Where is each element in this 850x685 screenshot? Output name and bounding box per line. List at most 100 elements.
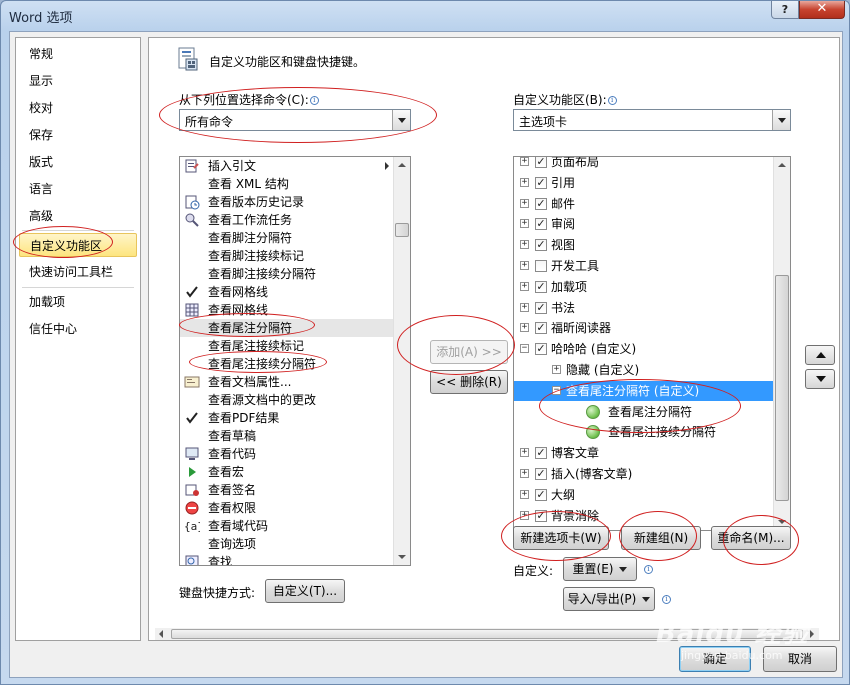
move-up-button[interactable] <box>805 345 835 365</box>
customize-ribbon-combo[interactable]: 主选项卡 <box>513 109 791 131</box>
nav-item-language[interactable]: 语言 <box>19 177 137 201</box>
collapse-icon[interactable]: − <box>520 344 529 354</box>
ribbon-tree-item[interactable]: + ✓ 视图 <box>514 235 776 255</box>
ribbon-tree[interactable]: + ✓ 页面布局 + ✓ 引用 + ✓ 邮件 + ✓ 审阅 + ✓ 视图 + 开发工具 + ✓ 加载项 + ✓ 书法 + ✓ 福昕… <box>513 156 791 531</box>
command-item[interactable]: 查看尾注接续分隔符 <box>180 355 395 373</box>
move-down-button[interactable] <box>805 369 835 389</box>
checkbox[interactable]: ✓ <box>535 468 547 480</box>
command-item[interactable]: 查看代码 <box>180 445 395 463</box>
scroll-down-icon[interactable] <box>394 549 410 565</box>
ribbon-tree-item[interactable]: + ✓ 书法 <box>514 298 776 318</box>
ribbon-tree-item[interactable]: + ✓ 引用 <box>514 173 776 193</box>
help-button[interactable]: ? <box>771 1 799 19</box>
expand-icon[interactable]: + <box>520 157 529 166</box>
command-item[interactable]: 插入引文 <box>180 157 395 175</box>
checkbox[interactable]: ✓ <box>535 488 547 501</box>
nav-item-general[interactable]: 常规 <box>19 42 137 66</box>
expand-icon[interactable]: + <box>520 281 529 291</box>
command-item[interactable]: {a} 查看域代码 <box>180 517 395 535</box>
expand-icon[interactable]: + <box>520 219 529 229</box>
ribbon-tree-item[interactable]: + ✓ 审阅 <box>514 214 776 234</box>
import-export-button[interactable]: 导入/导出(P) <box>563 587 655 611</box>
scrollbar-thumb[interactable] <box>775 275 789 501</box>
checkbox[interactable]: ✓ <box>535 447 547 460</box>
ribbon-tree-item[interactable]: − 查看尾注分隔符 (自定义) <box>514 380 776 401</box>
checkbox[interactable]: ✓ <box>535 239 547 252</box>
expand-icon[interactable]: + <box>520 323 529 333</box>
nav-item-save[interactable]: 保存 <box>19 123 137 147</box>
nav-item-typography[interactable]: 版式 <box>19 150 137 174</box>
checkbox[interactable]: ✓ <box>535 509 547 522</box>
commands-list[interactable]: 插入引文 查看 XML 结构 查看版本历史记录 查看工作流任务 查看脚注分隔符 查看脚注接… <box>179 156 411 566</box>
scroll-left-icon[interactable] <box>155 628 169 640</box>
customize-keyboard-button[interactable]: 自定义(T)... <box>265 579 345 603</box>
nav-item-advanced[interactable]: 高级 <box>19 204 137 228</box>
expand-icon[interactable]: + <box>520 177 529 187</box>
expand-icon[interactable]: + <box>520 510 529 520</box>
reset-button[interactable]: 重置(E) <box>563 557 637 581</box>
chevron-down-icon[interactable] <box>392 110 410 130</box>
command-item[interactable]: 查看源文档中的更改 <box>180 391 395 409</box>
remove-button[interactable]: << 删除(R) <box>430 370 508 394</box>
ribbon-tree-item[interactable]: + ✓ 背景消除 <box>514 506 776 526</box>
new-group-button[interactable]: 新建组(N) <box>621 526 701 550</box>
checkbox[interactable]: ✓ <box>535 197 547 210</box>
scroll-up-icon[interactable] <box>394 157 410 173</box>
close-button[interactable]: ✕ <box>799 1 845 19</box>
checkbox[interactable] <box>535 260 547 272</box>
command-item[interactable]: 查看网格线 <box>180 301 395 319</box>
command-item[interactable]: 查看版本历史记录 <box>180 193 395 211</box>
expand-icon[interactable]: + <box>520 448 529 458</box>
scroll-up-icon[interactable] <box>774 157 790 173</box>
command-item[interactable]: 查看脚注接续分隔符 <box>180 265 395 283</box>
nav-item-customize-ribbon[interactable]: 自定义功能区 <box>19 233 137 257</box>
command-item[interactable]: 查看脚注分隔符 <box>180 229 395 247</box>
checkbox[interactable]: ✓ <box>535 218 547 231</box>
scrollbar-thumb[interactable] <box>395 223 409 237</box>
commands-list-scrollbar[interactable] <box>393 157 410 565</box>
checkbox[interactable]: ✓ <box>535 157 547 168</box>
expand-icon[interactable]: + <box>520 489 529 499</box>
expand-icon[interactable]: + <box>520 240 529 250</box>
expand-icon[interactable]: + <box>520 261 529 270</box>
checkbox[interactable]: ✓ <box>535 301 547 314</box>
command-item[interactable]: 查看尾注分隔符 <box>180 319 395 337</box>
command-item[interactable]: 查看签名 <box>180 481 395 499</box>
ribbon-tree-item[interactable]: + ✓ 博客文章 <box>514 443 776 463</box>
new-tab-button[interactable]: 新建选项卡(W) <box>513 526 609 550</box>
ribbon-tree-scrollbar[interactable] <box>773 157 790 530</box>
command-item[interactable]: 查询选项 <box>180 535 395 553</box>
nav-item-trust-center[interactable]: 信任中心 <box>19 317 137 341</box>
command-item[interactable]: 查看文档属性... <box>180 373 395 391</box>
ribbon-tree-item[interactable]: + ✓ 页面布局 <box>514 157 776 172</box>
ribbon-tree-item[interactable]: 查看尾注接续分隔符 <box>514 422 776 442</box>
checkbox[interactable]: ✓ <box>535 343 547 356</box>
checkbox[interactable]: ✓ <box>535 176 547 189</box>
expand-icon[interactable]: + <box>520 302 529 312</box>
command-item[interactable]: 查看 XML 结构 <box>180 175 395 193</box>
expand-icon[interactable]: + <box>520 469 529 478</box>
ribbon-tree-item[interactable]: + ✓ 插入(博客文章) <box>514 464 776 484</box>
ribbon-tree-item[interactable]: + ✓ 邮件 <box>514 194 776 214</box>
command-item[interactable]: 查看网格线 <box>180 283 395 301</box>
ribbon-tree-item[interactable]: + ✓ 大纲 <box>514 485 776 505</box>
nav-item-quick-access-toolbar[interactable]: 快速访问工具栏 <box>19 260 137 284</box>
expand-icon[interactable]: + <box>552 365 561 374</box>
chevron-down-icon[interactable] <box>772 110 790 130</box>
command-item[interactable]: 查看PDF结果 <box>180 409 395 427</box>
ribbon-tree-item[interactable]: + 开发工具 <box>514 256 776 276</box>
command-item[interactable]: 查找 <box>180 553 395 565</box>
command-item[interactable]: 查看权限 <box>180 499 395 517</box>
collapse-icon[interactable]: − <box>552 385 561 395</box>
command-item[interactable]: 查看工作流任务 <box>180 211 395 229</box>
nav-item-proofing[interactable]: 校对 <box>19 96 137 120</box>
command-item[interactable]: 查看宏 <box>180 463 395 481</box>
ribbon-tree-item[interactable]: + ✓ 福昕阅读器 <box>514 318 776 338</box>
command-item[interactable]: 查看尾注接续标记 <box>180 337 395 355</box>
nav-item-display[interactable]: 显示 <box>19 69 137 93</box>
ribbon-tree-item[interactable]: − ✓ 哈哈哈 (自定义) <box>514 339 776 359</box>
checkbox[interactable]: ✓ <box>535 322 547 335</box>
add-button[interactable]: 添加(A) >> <box>430 340 508 364</box>
nav-item-addins[interactable]: 加载项 <box>19 290 137 314</box>
ribbon-tree-item[interactable]: 查看尾注分隔符 <box>514 402 776 422</box>
